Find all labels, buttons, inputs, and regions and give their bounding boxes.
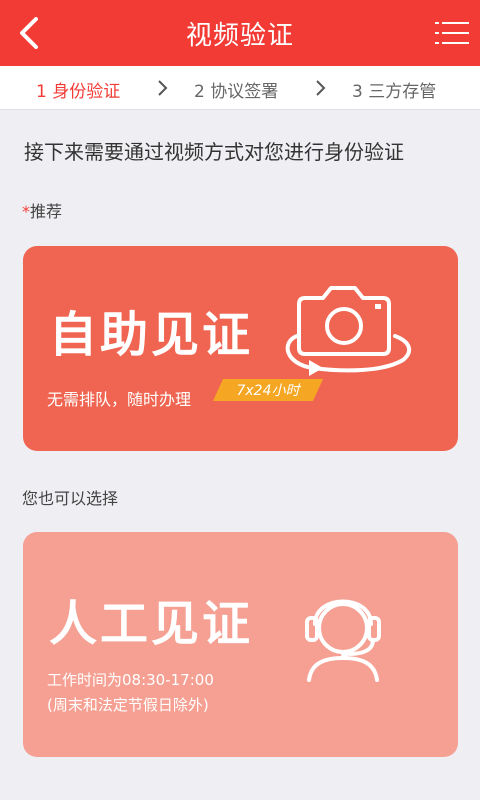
chevron-right-icon <box>158 80 168 96</box>
step-third-party-custody: 3 三方存管 <box>352 82 437 102</box>
back-arrow-icon <box>20 17 38 49</box>
step-agreement-sign: 2 协议签署 <box>194 82 279 102</box>
camera-rotate-icon <box>283 286 413 376</box>
availability-badge: 7x24小时 <box>213 379 323 401</box>
recommend-label: *推荐 <box>22 198 62 222</box>
self-witness-subtitle: 无需排队，随时办理 <box>47 390 192 409</box>
intro-text: 接下来需要通过视频方式对您进行身份验证 <box>24 140 404 164</box>
alternative-label: 您也可以选择 <box>22 489 119 508</box>
required-star: * <box>22 202 30 221</box>
headset-agent-icon <box>293 582 393 682</box>
header-bar: 视频验证 <box>0 0 480 66</box>
manual-witness-title: 人工见证 <box>49 596 254 652</box>
menu-button[interactable] <box>432 13 472 53</box>
self-witness-title: 自助见证 <box>49 307 254 363</box>
recommend-text: 推荐 <box>30 202 63 221</box>
self-witness-card[interactable]: 自助见证 无需排队，随时办理 7x24小时 <box>23 246 458 451</box>
work-time-text: 工作时间为08:30-17:00 <box>47 671 214 689</box>
back-button[interactable] <box>8 13 48 53</box>
step-identity-verify: 1 身份验证 <box>36 82 121 102</box>
chevron-right-icon <box>316 80 326 96</box>
page-title: 视频验证 <box>185 20 294 51</box>
menu-list-icon <box>435 22 469 44</box>
holiday-note-text: (周末和法定节假日除外) <box>47 696 209 714</box>
manual-witness-card[interactable]: 人工见证 工作时间为08:30-17:00 (周末和法定节假日除外) <box>23 532 458 757</box>
step-progress-bar: 1 身份验证 2 协议签署 3 三方存管 <box>0 66 480 110</box>
